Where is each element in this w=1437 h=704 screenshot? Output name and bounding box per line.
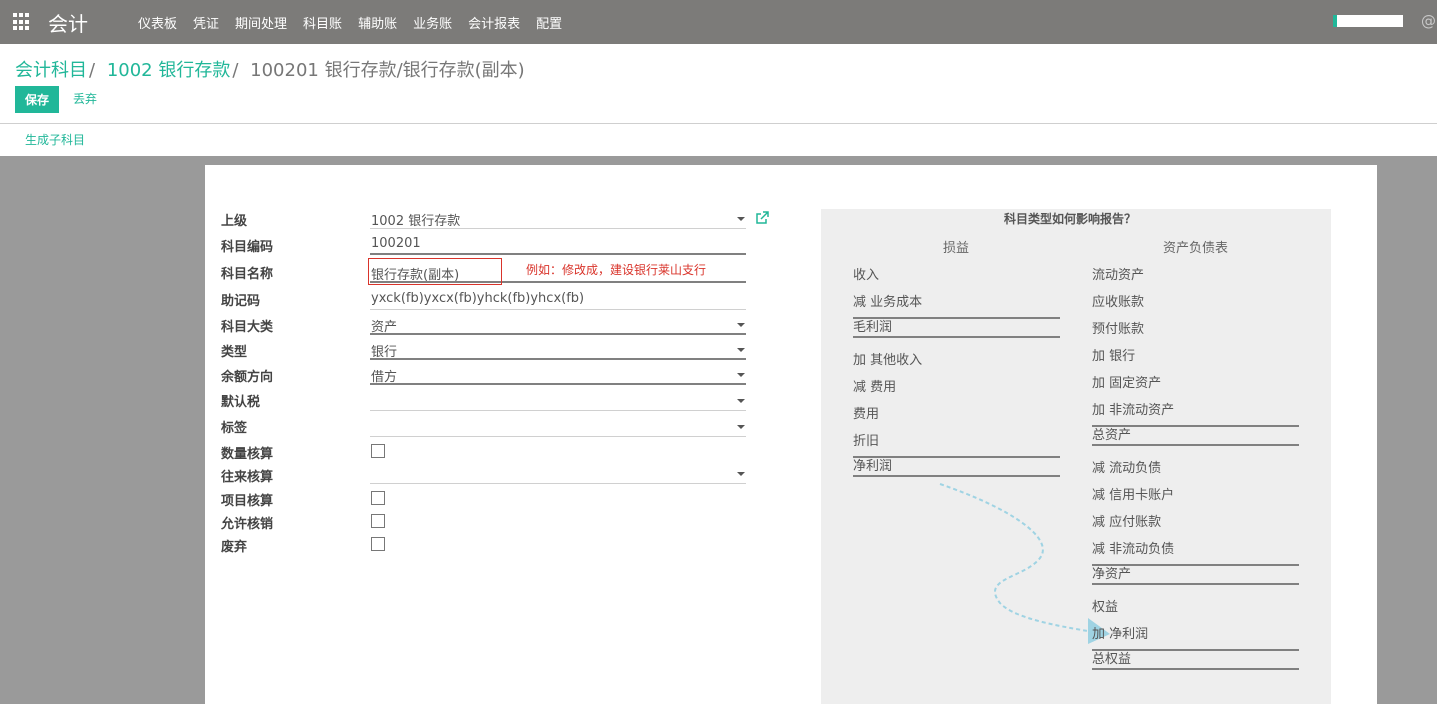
label-deprecated: 废弃 xyxy=(221,540,248,555)
quantity-checkbox[interactable] xyxy=(371,444,385,458)
user-menu[interactable]: @ xyxy=(1421,12,1436,30)
label-parent: 上级 xyxy=(221,214,248,229)
menu-item-auxiliary[interactable]: 辅助账 xyxy=(358,13,397,32)
label-balance-direction: 余额方向 xyxy=(221,370,274,385)
breadcrumb-accounts[interactable]: 会计科目 xyxy=(15,60,87,81)
menu-item-config[interactable]: 配置 xyxy=(536,13,562,32)
label-quantity: 数量核算 xyxy=(221,447,274,462)
help-pnl-item: 收入 xyxy=(853,268,880,283)
create-child-account-button[interactable]: 生成子科目 xyxy=(25,131,85,148)
label-project: 项目核算 xyxy=(221,494,274,509)
deprecated-checkbox[interactable] xyxy=(371,537,385,551)
name-highlight-box xyxy=(368,258,502,285)
apps-grid-icon[interactable] xyxy=(13,13,31,31)
help-bs-item: 流动资产 xyxy=(1092,268,1145,283)
annotation-text: 例如：修改成，建设银行莱山支行 xyxy=(526,263,707,277)
help-bs-item: 加 净利润 xyxy=(1092,627,1149,642)
menu-item-business[interactable]: 业务账 xyxy=(413,13,452,32)
help-title: 科目类型如何影响报告？ xyxy=(1004,212,1137,226)
tags-select[interactable] xyxy=(370,417,746,437)
label-partner: 往来核算 xyxy=(221,470,274,485)
balance-direction-value: 借方 xyxy=(371,370,398,385)
save-button[interactable]: 保存 xyxy=(15,86,59,113)
chevron-down-icon[interactable] xyxy=(737,373,745,377)
balance-direction-select[interactable]: 借方 xyxy=(370,365,746,385)
help-pnl-item: 加 其他收入 xyxy=(853,353,923,368)
label-name: 科目名称 xyxy=(221,267,274,282)
external-link-icon[interactable] xyxy=(755,211,769,225)
chevron-down-icon[interactable] xyxy=(737,399,745,403)
help-pnl-item: 减 业务成本 xyxy=(853,295,923,310)
help-bs-item: 减 流动负债 xyxy=(1092,461,1162,476)
category-select[interactable]: 资产 xyxy=(370,315,746,335)
label-default-tax: 默认税 xyxy=(221,395,261,410)
help-bs-item: 加 银行 xyxy=(1092,349,1136,364)
parent-select[interactable]: 1002 银行存款 xyxy=(370,209,746,229)
chevron-down-icon[interactable] xyxy=(737,425,745,429)
chevron-down-icon[interactable] xyxy=(737,217,745,221)
help-pnl-total: 毛利润 xyxy=(853,317,1060,338)
reconcile-checkbox[interactable] xyxy=(371,514,385,528)
help-bs-item: 应收账款 xyxy=(1092,295,1145,310)
project-checkbox[interactable] xyxy=(371,491,385,505)
discard-button[interactable]: 丢弃 xyxy=(67,86,103,113)
menu-item-account-ledger[interactable]: 科目账 xyxy=(303,13,342,32)
menu-item-dashboard[interactable]: 仪表板 xyxy=(138,13,177,32)
label-mnemonic: 助记码 xyxy=(221,294,261,309)
breadcrumb-separator: / xyxy=(89,60,96,81)
default-tax-select[interactable] xyxy=(370,391,746,411)
help-bs-total: 总资产 xyxy=(1092,425,1299,446)
mnemonic-input[interactable]: yxck(fb)yxcx(fb)yhck(fb)yhcx(fb) xyxy=(370,290,746,310)
breadcrumb-parent-account[interactable]: 1002 银行存款 xyxy=(107,60,231,81)
help-pnl-title: 损益 xyxy=(943,241,970,256)
breadcrumb-current: 100201 银行存款/银行存款(副本) xyxy=(250,60,525,81)
chevron-down-icon[interactable] xyxy=(737,472,745,476)
help-bs-total: 总权益 xyxy=(1092,649,1299,670)
help-pnl-item: 折旧 xyxy=(853,434,880,449)
label-code: 科目编码 xyxy=(221,240,274,255)
partner-select[interactable] xyxy=(370,464,746,484)
chevron-down-icon[interactable] xyxy=(737,348,745,352)
nav-status-bar[interactable] xyxy=(1333,15,1403,27)
label-type: 类型 xyxy=(221,345,248,360)
top-navbar: 会计 仪表板 凭证 期间处理 科目账 辅助账 业务账 会计报表 配置 @ xyxy=(0,0,1437,44)
help-bs-title: 资产负债表 xyxy=(1163,241,1229,256)
help-bs-item: 加 非流动资产 xyxy=(1092,403,1175,418)
help-bs-item: 加 固定资产 xyxy=(1092,376,1162,391)
control-panel-divider xyxy=(0,123,1437,124)
menu-item-vouchers[interactable]: 凭证 xyxy=(193,13,219,32)
main-menu: 仪表板 凭证 期间处理 科目账 辅助账 业务账 会计报表 配置 xyxy=(138,0,578,44)
help-pnl-item: 费用 xyxy=(853,407,880,422)
type-value: 银行 xyxy=(371,345,398,360)
help-pnl-item: 减 费用 xyxy=(853,380,897,395)
breadcrumb: 会计科目/ 1002 银行存款/ 100201 银行存款/银行存款(副本) xyxy=(15,56,525,82)
code-input[interactable]: 100201 xyxy=(370,235,746,255)
help-bs-item: 预付账款 xyxy=(1092,322,1145,337)
help-pnl-total: 净利润 xyxy=(853,456,1060,477)
parent-value: 1002 银行存款 xyxy=(371,214,461,229)
code-value: 100201 xyxy=(371,236,421,251)
app-brand[interactable]: 会计 xyxy=(48,8,88,37)
mnemonic-value: yxck(fb)yxcx(fb)yhck(fb)yhcx(fb) xyxy=(371,291,585,306)
menu-item-period[interactable]: 期间处理 xyxy=(235,13,287,32)
type-select[interactable]: 银行 xyxy=(370,340,746,360)
category-value: 资产 xyxy=(371,320,398,335)
menu-item-reports[interactable]: 会计报表 xyxy=(468,13,520,32)
label-tags: 标签 xyxy=(221,421,248,436)
label-category: 科目大类 xyxy=(221,320,274,335)
breadcrumb-separator: / xyxy=(232,60,239,81)
label-reconcile: 允许核销 xyxy=(221,517,274,532)
chevron-down-icon[interactable] xyxy=(737,323,745,327)
